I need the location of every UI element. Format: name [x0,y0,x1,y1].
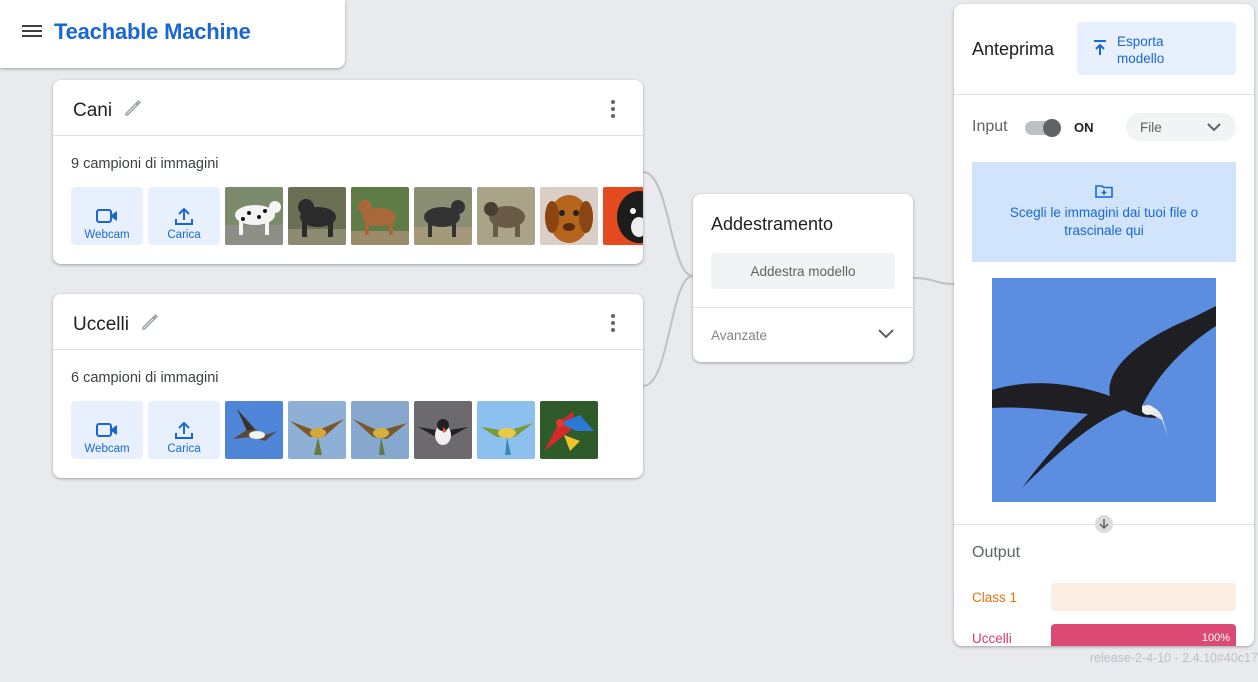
sample-thumbnail[interactable] [477,401,535,459]
class-name[interactable]: Uccelli [73,314,129,336]
folder-add-icon [1095,185,1113,198]
output-row: Class 1 [972,583,1236,611]
select-value: File [1140,120,1162,135]
class-card-cani: Cani 9 campioni di immagini Webcam Caric… [53,80,643,264]
preview-title: Anteprima [972,39,1055,59]
sample-thumbnail[interactable] [540,401,598,459]
upload-button[interactable]: Carica [148,401,220,459]
sample-thumbnails: Webcam Carica [71,187,643,245]
sample-count: 6 campioni di immagini [71,370,219,386]
arrow-down-icon [1095,515,1113,533]
training-card: Addestramento Addestra modello Avanzate [693,194,913,362]
file-dropzone[interactable]: Scegli le immagini dai tuoi file o trasc… [972,162,1236,262]
output-class-name: Class 1 [972,590,1018,605]
webcam-button[interactable]: Webcam [71,401,143,459]
preview-image [992,278,1216,502]
output-label: Output [972,544,1021,561]
sample-thumbnail[interactable] [477,187,535,245]
chevron-down-icon[interactable] [877,327,895,339]
sample-thumbnails: Webcam Carica [71,401,643,459]
export-icon [1094,40,1106,55]
toggle-knob [1043,119,1061,137]
training-title: Addestramento [711,214,834,234]
sample-count: 9 campioni di immagini [71,156,219,172]
preview-panel: Anteprima Esporta modello Input ON File … [954,4,1254,646]
confidence-bar [1051,583,1236,611]
class-title-row: Uccelli [53,294,643,350]
upload-icon [175,421,193,439]
more-options-icon[interactable] [607,100,619,120]
class-title-row: Cani [53,80,643,136]
export-label: Esporta modello [1117,34,1165,66]
webcam-label: Webcam [84,443,130,455]
sample-thumbnail[interactable] [351,187,409,245]
advanced-toggle[interactable]: Avanzate [711,328,767,343]
class-card-uccelli: Uccelli 6 campioni di immagini Webcam Ca… [53,294,643,478]
app-header: Teachable Machine [0,0,345,68]
output-row: Uccelli 100% [972,624,1236,646]
input-label: Input [972,118,1008,135]
sample-thumbnail[interactable] [603,187,643,245]
input-source-select[interactable]: File [1126,113,1236,141]
edit-pencil-icon[interactable] [123,98,143,118]
webcam-icon [96,423,117,437]
confidence-bar: 100% [1051,624,1236,646]
toggle-state-label: ON [1074,120,1094,135]
sample-thumbnail[interactable] [414,401,472,459]
sample-thumbnail[interactable] [414,187,472,245]
sample-thumbnail[interactable] [225,187,283,245]
divider [954,94,1254,95]
edit-pencil-icon[interactable] [140,312,160,332]
export-model-button[interactable]: Esporta modello [1077,22,1236,75]
sample-thumbnail[interactable] [540,187,598,245]
dropzone-text: Scegli le immagini dai tuoi file o trasc… [1009,205,1199,238]
upload-label: Carica [167,443,201,455]
sample-thumbnail[interactable] [288,187,346,245]
more-options-icon[interactable] [607,314,619,334]
upload-button[interactable]: Carica [148,187,220,245]
webcam-icon [96,209,117,223]
upload-label: Carica [167,229,201,241]
sample-thumbnail[interactable] [288,401,346,459]
sample-thumbnail[interactable] [351,401,409,459]
app-title[interactable]: Teachable Machine [54,19,251,45]
class-name[interactable]: Cani [73,100,112,122]
chevron-down-icon [1207,123,1221,132]
output-class-name: Uccelli [972,631,1012,646]
train-model-button[interactable]: Addestra modello [711,253,895,289]
divider [693,307,913,308]
input-toggle[interactable] [1025,119,1061,137]
upload-icon [175,207,193,225]
menu-icon[interactable] [20,22,44,42]
webcam-label: Webcam [84,229,130,241]
version-label: release-2-4-10 - 2.4.10#40c17 [1089,651,1258,665]
sample-thumbnail[interactable] [225,401,283,459]
confidence-percent: 100% [1201,632,1230,644]
webcam-button[interactable]: Webcam [71,187,143,245]
